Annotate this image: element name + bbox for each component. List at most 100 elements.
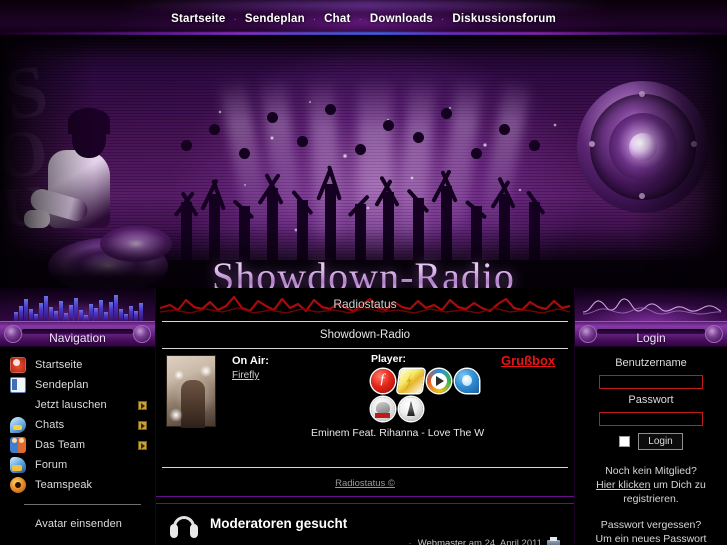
chat-icon [10, 417, 26, 433]
sidebar-item-label: Das Team [35, 439, 86, 451]
current-track-value: Eminem Feat. Rihanna - Love The W [311, 427, 485, 439]
home-icon [10, 357, 26, 373]
site-banner: S O U [0, 35, 727, 288]
remember-me-checkbox[interactable] [619, 436, 631, 447]
equalizer-graphic [0, 288, 155, 321]
login-actions: Login [583, 433, 719, 450]
sidebar-item-teamspeak[interactable]: Teamspeak [0, 475, 155, 495]
nav-link-diskussionsforum[interactable]: Diskussionsforum [451, 13, 557, 25]
register-line-2: Hier klicken um Dich zu [583, 478, 719, 492]
forgot-line-2: Um ein neues Passwort [595, 533, 707, 545]
register-line-1: Noch kein Mitglied? [605, 465, 697, 477]
chevron-right-icon[interactable] [138, 420, 147, 430]
sidebar-item-chats[interactable]: Chats [0, 415, 155, 435]
chevron-right-icon[interactable] [138, 440, 147, 450]
login-form: Benutzername Passwort Login Noch kein Mi… [575, 347, 727, 545]
flash-player-icon[interactable] [371, 369, 395, 393]
post-title: Moderatoren gesucht [210, 516, 348, 531]
sidebar-right: Login Benutzername Passwort Login Noch k… [575, 288, 727, 545]
nav-link-chat[interactable]: Chat [323, 13, 351, 25]
username-input[interactable] [599, 375, 703, 389]
post-meta: · Webmaster am 24. April 2011 [166, 537, 564, 545]
station-name: Showdown-Radio [319, 329, 411, 341]
topbar-sheen [120, 0, 610, 10]
post-meta-connector: am [468, 538, 482, 545]
meta-bullet: · [408, 538, 412, 545]
page-root: Startseite · Sendeplan · Chat · Downloads · Disk… [0, 0, 727, 545]
main-content: Radiostatus Showdown-Radio On Air: Firef… [155, 288, 575, 545]
nav-separator: · [233, 14, 237, 25]
grussbox-link[interactable]: Grußbox [501, 353, 555, 368]
sidebar-item-label: Chats [35, 419, 65, 431]
calendar-icon [10, 377, 26, 393]
login-submit-button[interactable]: Login [638, 433, 683, 450]
register-text: Noch kein Mitglied? Hier klicken um Dich… [583, 464, 719, 506]
on-air-block: On Air: Firefly [232, 355, 269, 381]
sidebar-item-jetzt-lauschen[interactable]: Jetzt lauschen [0, 395, 155, 415]
sidebar-item-avatar-einsenden[interactable]: Avatar einsenden [0, 514, 155, 534]
waveform-graphic-right [575, 288, 727, 321]
login-title: Login [636, 331, 666, 345]
nav-link-sendeplan[interactable]: Sendeplan [244, 13, 306, 25]
sidebar-item-sendeplan[interactable]: Sendeplan [0, 375, 155, 395]
knob-icon [4, 325, 22, 343]
knob-icon [579, 325, 597, 343]
winamp-icon[interactable] [397, 369, 425, 393]
windows-media-player-icon[interactable] [427, 369, 451, 393]
player-label: Player: [371, 353, 407, 365]
sidebar-item-label: Forum [35, 459, 68, 471]
sidebar-item-label: Teamspeak [35, 479, 93, 491]
news-post: Moderatoren gesucht · Webmaster am 24. Ap… [156, 504, 574, 545]
username-label: Benutzername [615, 357, 687, 369]
post-author-link[interactable]: Webmaster [418, 538, 466, 545]
sidebar-item-label: Startseite [35, 359, 83, 371]
register-link[interactable]: Hier klicken [596, 479, 650, 491]
forgot-password-text: Passwort vergessen? Um ein neues Passwor… [583, 518, 719, 545]
sidebar-item-das-team[interactable]: Das Team [0, 435, 155, 455]
page-body: Navigation Startseite Sendeplan Jetzt la… [0, 288, 727, 545]
chevron-right-icon[interactable] [138, 400, 147, 410]
radiostatus-body: On Air: Firefly Aktueller Titel: Eminem … [156, 349, 574, 467]
register-line-3: registrieren. [623, 493, 679, 505]
sidebar-header-bar: Navigation [0, 321, 155, 347]
radiostatus-copyright-link[interactable]: Radiostatus © [335, 478, 395, 489]
knob-icon [133, 325, 151, 343]
headphones-icon [170, 516, 198, 540]
top-navigation-bar: Startseite · Sendeplan · Chat · Downloads · Disk… [0, 0, 727, 35]
player-icon-list [371, 369, 487, 421]
nav-separator: · [358, 14, 362, 25]
sidebar-title: Navigation [49, 331, 106, 345]
player-block: Player: [371, 353, 491, 421]
vlc-icon[interactable] [399, 397, 423, 421]
realplayer-icon[interactable] [455, 369, 479, 393]
divider-purple [156, 496, 574, 497]
radiostatus-copyright: Radiostatus © [156, 468, 574, 491]
nav-link-downloads[interactable]: Downloads [369, 13, 434, 25]
waveform-svg [582, 298, 722, 315]
forum-icon [10, 457, 26, 473]
radiostatus-header: Radiostatus [156, 288, 574, 321]
password-input[interactable] [599, 412, 703, 426]
sidebar-divider [24, 504, 141, 505]
itunes-icon[interactable] [371, 397, 395, 421]
banner-title: Showdown-Radio [0, 253, 727, 288]
printer-icon[interactable] [547, 537, 560, 545]
forgot-line-1: Passwort vergessen? [600, 519, 702, 531]
nav-link-startseite[interactable]: Startseite [170, 13, 226, 25]
login-header-bar: Login [575, 321, 727, 347]
banner-vignette [0, 35, 727, 288]
sidebar-left: Navigation Startseite Sendeplan Jetzt la… [0, 288, 155, 545]
sidebar-item-forum[interactable]: Forum [0, 455, 155, 475]
sidebar-item-startseite[interactable]: Startseite [0, 355, 155, 375]
teamspeak-icon [10, 477, 26, 493]
main-nav-links: Startseite · Sendeplan · Chat · Downloads · Disk… [0, 13, 727, 25]
sidebar-item-label: Avatar einsenden [35, 518, 123, 530]
dj-cover-image [166, 355, 216, 428]
nav-separator: · [312, 14, 317, 25]
equalizer-bars [14, 293, 146, 321]
nav-separator: · [441, 14, 445, 25]
team-icon [10, 437, 26, 453]
sidebar-item-label: Jetzt lauschen [35, 399, 107, 411]
on-air-dj-link[interactable]: Firefly [232, 370, 269, 381]
current-track-label: Aktueller Titel: [232, 407, 333, 424]
